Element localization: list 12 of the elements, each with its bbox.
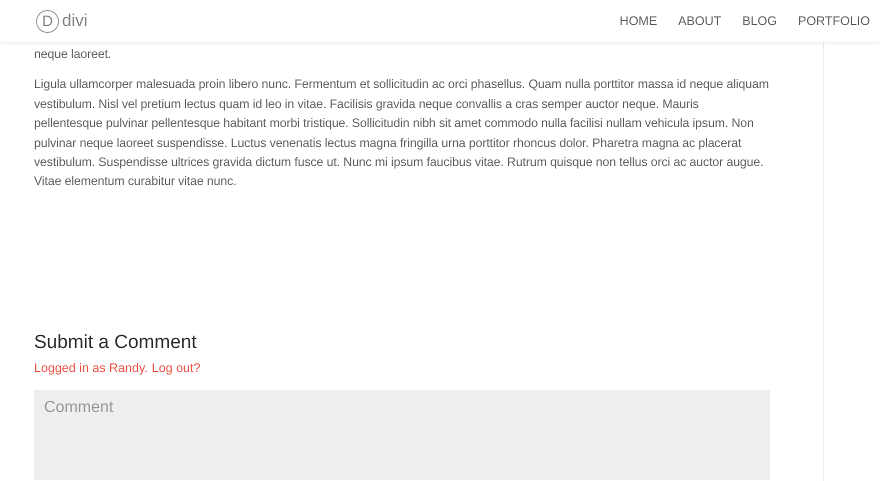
- nav-link[interactable]: ABOUT: [678, 12, 722, 30]
- nav-link[interactable]: BLOG: [742, 12, 777, 30]
- body-paragraph: Ligula ullamcorper malesuada proin libero nunc. Fermentum et sollicitudin ac orci phasellus. Quam nulla porttitor massa id neque aliquam vestibulum. Nisl vel pretium lectus quam id leo in vitae. Facilisis gravida neque convallis a cras semper auctor neque. Mauris pellentesque pulvinar pellentesque habitant morbi tristique. Sollicitudin nibh sit amet commodo nulla facilisi nullam vehicula ipsum. Non pulvinar neque laoreet suspendisse. Luctus venenatis lectus magna fringilla urna porttitor rhoncus dolor. Pharetra magna ac placerat vestibulum. Suspendisse ultrices gravida dictum fusce ut. Nunc mi ipsum faucibus vitae. Rutrum quisque non tellus orci ac auctor augue. Vitae elementum curabitur vitae nunc.: [34, 76, 769, 190]
- comment-heading: Submit a Comment: [34, 330, 198, 355]
- logo-text[interactable]: divi: [62, 8, 88, 34]
- logged-in-link[interactable]: Logged in as Randy.: [34, 358, 148, 378]
- body-paragraph: neque laoreet.: [34, 46, 112, 63]
- logout-link[interactable]: Log out?: [152, 358, 200, 378]
- nav-link[interactable]: PORTFOLIO: [798, 12, 870, 30]
- comment-field[interactable]: Comment: [34, 390, 770, 480]
- logo-icon[interactable]: D: [36, 10, 59, 32]
- nav-link[interactable]: HOME: [620, 12, 658, 30]
